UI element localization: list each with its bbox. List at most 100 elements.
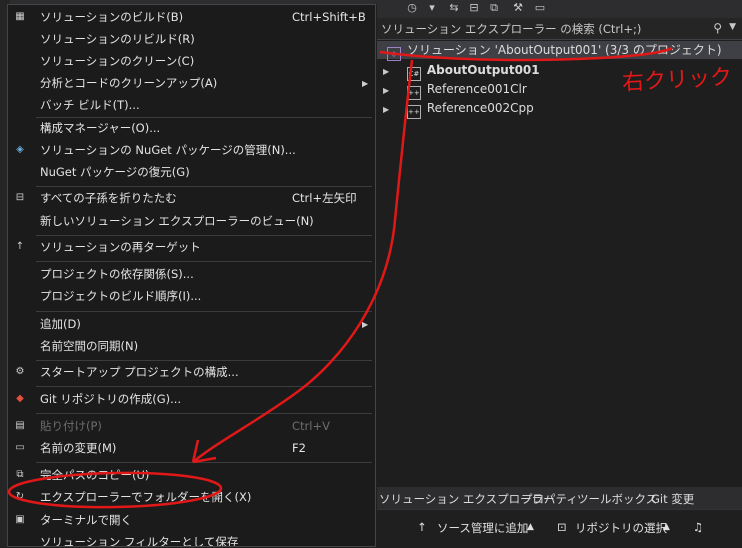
show-all-files-icon[interactable]: ⧉ bbox=[487, 1, 501, 15]
menu-item[interactable]: ↻ エクスプローラーでフォルダーを開く(X) bbox=[8, 487, 375, 508]
menu-item-shortcut: F2 bbox=[292, 441, 306, 455]
preview-icon[interactable]: ▭ bbox=[533, 1, 547, 15]
git-icon: ◆ bbox=[16, 393, 24, 404]
menu-item-label: プロジェクトの依存関係(S)... bbox=[40, 267, 194, 281]
menu-item-label: 貼り付け(P) bbox=[40, 419, 102, 433]
tree-item-label: Reference001Clr bbox=[426, 82, 527, 96]
menu-item[interactable]: 新しいソリューション エクスプローラーのビュー(N) bbox=[8, 211, 375, 232]
source-control-button[interactable]: ソース管理に追加 bbox=[437, 520, 528, 536]
search-icon[interactable]: ⚲ bbox=[713, 21, 722, 35]
menu-separator bbox=[36, 186, 372, 187]
menu-item-label: ソリューションの再ターゲット bbox=[40, 240, 201, 254]
menu-item-label: 名前空間の同期(N) bbox=[40, 339, 139, 353]
tab-git-changes[interactable]: Git 変更 bbox=[651, 491, 694, 507]
chevron-up-icon: ▲ bbox=[527, 522, 534, 532]
open-folder-icon: ↻ bbox=[15, 491, 25, 502]
annotation-text: 右クリック bbox=[621, 65, 733, 96]
menu-item-label: Git リポジトリの作成(G)... bbox=[40, 392, 182, 406]
chevron-down-icon[interactable]: ▾ bbox=[425, 1, 439, 15]
menu-item[interactable]: ⚙ スタートアップ プロジェクトの構成... bbox=[8, 362, 375, 383]
menu-item[interactable]: ソリューションのリビルド(R) bbox=[8, 29, 375, 50]
expand-icon[interactable]: ▶ bbox=[383, 82, 393, 100]
menu-item[interactable]: ソリューション フィルターとして保存 bbox=[8, 532, 375, 546]
history-icon[interactable]: ◷ bbox=[405, 1, 419, 15]
menu-item-shortcut: Ctrl+V bbox=[292, 419, 330, 433]
menu-item-label: ソリューションの NuGet パッケージの管理(N)... bbox=[40, 143, 296, 157]
menu-item[interactable]: 構成マネージャー(O)... bbox=[8, 118, 375, 139]
menu-item-label: 追加(D) bbox=[40, 317, 81, 331]
menu-item-label: ターミナルで開く bbox=[40, 513, 132, 527]
terminal-icon: ▣ bbox=[15, 514, 25, 525]
menu-item[interactable]: 追加(D) ▶ bbox=[8, 314, 375, 335]
menu-item[interactable]: ▤ 貼り付け(P) Ctrl+V bbox=[8, 416, 375, 437]
context-menu: ▦ ソリューションのビルド(B) Ctrl+Shift+B ソリューションのリビルド(… bbox=[7, 4, 376, 547]
menu-item-label: ソリューションのビルド(B) bbox=[40, 10, 184, 24]
menu-item-label: 完全パスのコピー(U) bbox=[40, 468, 150, 482]
cpp-project-icon: ++ bbox=[406, 86, 421, 100]
menu-item-label: 名前の変更(M) bbox=[40, 441, 117, 455]
menu-item-label: ソリューションのクリーン(C) bbox=[40, 54, 195, 68]
menu-item[interactable]: ⧉ 完全パスのコピー(U) bbox=[8, 465, 375, 486]
menu-item[interactable]: 名前空間の同期(N) bbox=[8, 336, 375, 357]
menu-item-label: NuGet パッケージの復元(G) bbox=[40, 165, 190, 179]
menu-item-label: バッチ ビルド(T)... bbox=[40, 98, 140, 112]
menu-separator bbox=[36, 235, 372, 236]
menu-item[interactable]: NuGet パッケージの復元(G) bbox=[8, 162, 375, 183]
menu-item[interactable]: バッチ ビルド(T)... bbox=[8, 95, 375, 116]
tree-item-project[interactable]: ▶ ++ Reference001Clr bbox=[383, 80, 527, 100]
tab-properties[interactable]: プロパティ bbox=[521, 491, 578, 507]
menu-item-label: 構成マネージャー(O)... bbox=[40, 121, 161, 135]
collapse-all-icon[interactable]: ⊟ bbox=[467, 1, 481, 15]
tree-item-label: ソリューション 'AboutOutput001' (3/3 のプロジェクト) bbox=[407, 43, 722, 57]
menu-item-label: ソリューションのリビルド(R) bbox=[40, 32, 195, 46]
rename-icon: ▭ bbox=[15, 442, 25, 453]
wrench-icon[interactable]: ⚒ bbox=[511, 1, 525, 15]
tab-toolbox[interactable]: ツールボックス bbox=[577, 491, 657, 507]
menu-item[interactable]: ↑ ソリューションの再ターゲット bbox=[8, 237, 375, 258]
menu-item-label: エクスプローラーでフォルダーを開く(X) bbox=[40, 490, 252, 504]
menu-item[interactable]: ◈ ソリューションの NuGet パッケージの管理(N)... bbox=[8, 140, 375, 161]
submenu-arrow-icon: ▶ bbox=[362, 320, 369, 329]
menu-separator bbox=[36, 311, 372, 312]
tree-item-project[interactable]: ▶ C# AboutOutput001 bbox=[383, 61, 540, 81]
copy-icon: ⧉ bbox=[16, 469, 24, 480]
menu-item-label: 分析とコードのクリーンアップ(A) bbox=[40, 76, 218, 90]
menu-item[interactable]: ▦ ソリューションのビルド(B) Ctrl+Shift+B bbox=[8, 7, 375, 28]
expand-icon[interactable]: ▶ bbox=[383, 63, 393, 81]
repository-button[interactable]: リポジトリの選択 bbox=[575, 520, 667, 536]
tree-item-label: AboutOutput001 bbox=[426, 63, 540, 77]
menu-item-label: すべての子孫を折りたたむ bbox=[40, 191, 177, 205]
sync-icon[interactable]: ⇆ bbox=[447, 1, 461, 15]
build-icon: ▦ bbox=[15, 11, 25, 22]
search-placeholder: ソリューション エクスプローラー の検索 (Ctrl+;) bbox=[381, 22, 642, 36]
retarget-icon: ↑ bbox=[15, 241, 25, 252]
menu-item[interactable]: ソリューションのクリーン(C) bbox=[8, 51, 375, 72]
tree-item-label: Reference002Cpp bbox=[426, 101, 534, 115]
menu-item-label: 新しいソリューション エクスプローラーのビュー(N) bbox=[40, 214, 314, 228]
menu-item-shortcut: Ctrl+左矢印 bbox=[292, 191, 357, 205]
menu-separator bbox=[36, 360, 372, 361]
menu-item[interactable]: ⊟ すべての子孫を折りたたむ Ctrl+左矢印 bbox=[8, 188, 375, 209]
menu-separator bbox=[36, 386, 372, 387]
cpp-project-icon: ++ bbox=[406, 105, 421, 119]
chevron-up-icon: ▲ bbox=[663, 522, 670, 532]
menu-item[interactable]: ▭ 名前の変更(M) F2 bbox=[8, 438, 375, 459]
menu-item[interactable]: 分析とコードのクリーンアップ(A) ▶ bbox=[8, 73, 375, 94]
menu-separator bbox=[36, 413, 372, 414]
bell-icon[interactable]: ♫ bbox=[693, 520, 703, 534]
menu-item-label: スタートアップ プロジェクトの構成... bbox=[40, 365, 239, 379]
menu-item-shortcut: Ctrl+Shift+B bbox=[292, 10, 366, 24]
paste-icon: ▤ bbox=[15, 420, 25, 431]
menu-item[interactable]: プロジェクトの依存関係(S)... bbox=[8, 264, 375, 285]
chevron-down-icon[interactable]: ▼ bbox=[729, 22, 736, 32]
tree-item-solution[interactable]: ◇ ソリューション 'AboutOutput001' (3/3 のプロジェクト) bbox=[377, 41, 742, 61]
menu-separator bbox=[36, 261, 372, 262]
menu-item[interactable]: ◆ Git リポジトリの作成(G)... bbox=[8, 389, 375, 410]
menu-item[interactable]: プロジェクトのビルド順序(I)... bbox=[8, 286, 375, 307]
menu-item-label: プロジェクトのビルド順序(I)... bbox=[40, 289, 202, 303]
expand-icon[interactable]: ▶ bbox=[383, 101, 393, 119]
solution-explorer-search[interactable]: ソリューション エクスプローラー の検索 (Ctrl+;) ⚲ ▼ bbox=[377, 18, 742, 40]
tree-item-project[interactable]: ▶ ++ Reference002Cpp bbox=[383, 99, 534, 119]
menu-item[interactable]: ▣ ターミナルで開く bbox=[8, 510, 375, 531]
collapse-icon: ⊟ bbox=[15, 192, 25, 203]
